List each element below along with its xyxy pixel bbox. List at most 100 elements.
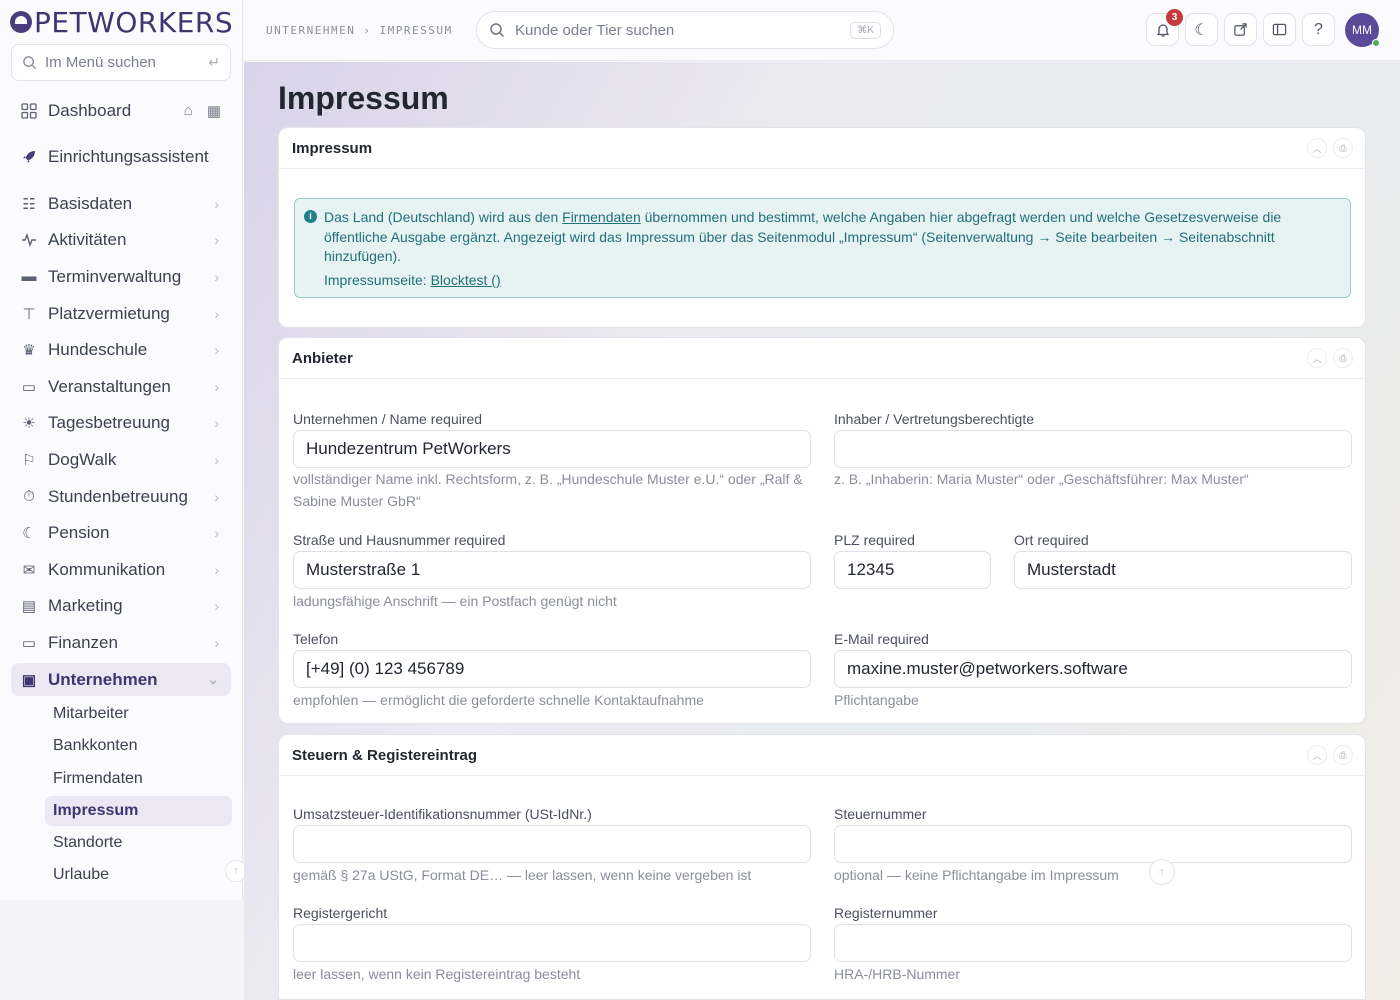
sidebar-subitem-label: Mitarbeiter: [53, 705, 129, 722]
info-text-part: Das Land (Deutschland) wird aus den: [324, 209, 563, 225]
sidebar-subitem-mitarbeiter[interactable]: Mitarbeiter: [45, 699, 232, 729]
card-header: Anbieter ︿ ⎙: [279, 338, 1365, 379]
sidebar-item-label: Einrichtungsassistent: [48, 146, 209, 166]
sidebar-item-tagesbetreuung[interactable]: ☀ Tagesbetreuung ›: [11, 406, 231, 439]
chevron-right-icon: ›: [214, 231, 219, 248]
briefcase-icon: ▣: [21, 671, 37, 689]
moon-icon: ☾: [22, 524, 36, 542]
tax-number-field[interactable]: [834, 825, 1352, 863]
sidebar-item-kommunikation[interactable]: ✉ Kommunikation ›: [11, 553, 231, 586]
logo-icon: [10, 11, 32, 33]
sidebar-subitem-label: Bankkonten: [53, 737, 138, 754]
sidebar-item-label: DogWalk: [48, 449, 117, 469]
sidebar-item-veranstaltungen[interactable]: ▭ Veranstaltungen ›: [11, 370, 231, 403]
sidebar-subitem-bankkonten[interactable]: Bankkonten: [45, 731, 232, 761]
sidebar-item-setup-wizard[interactable]: Einrichtungsassistent: [11, 140, 231, 173]
city-field[interactable]: Musterstadt: [1014, 551, 1352, 589]
chevron-right-icon: ›: [214, 524, 219, 541]
credit-card-icon: ▭: [21, 634, 37, 652]
notifications-button[interactable]: 3: [1146, 9, 1183, 46]
calendar-icon: ▬: [21, 268, 37, 285]
logo[interactable]: PETWORKERS: [10, 5, 234, 39]
phone-hint: empfohlen — ermöglicht die geforderte sc…: [293, 692, 704, 708]
global-search-placeholder: Kunde oder Tier suchen: [515, 21, 675, 39]
chevron-right-icon: ›: [214, 305, 219, 322]
sidebar-subitem-urlaube[interactable]: Urlaube: [45, 860, 232, 890]
menu-search-input[interactable]: Im Menü suchen ↵: [11, 44, 231, 81]
info-icon: i: [304, 210, 317, 223]
zip-field[interactable]: 12345: [834, 551, 991, 589]
avatar[interactable]: MM: [1345, 13, 1380, 47]
register-court-field[interactable]: [293, 924, 811, 962]
email-field[interactable]: maxine.muster@petworkers.software: [834, 650, 1352, 688]
print-icon[interactable]: ⎙: [1333, 348, 1353, 368]
sidebar-subitem-standorte[interactable]: Standorte: [45, 828, 232, 858]
vat-hint: gemäß § 27a UStG, Format DE… — leer lass…: [293, 867, 752, 883]
sidebar: PETWORKERS Im Menü suchen ↵ Dashboard ⌂ …: [0, 0, 247, 900]
calendar-icon[interactable]: ▦: [207, 102, 221, 120]
logo-text: PETWORKERS: [34, 5, 234, 39]
collapse-icon[interactable]: ︿: [1307, 348, 1327, 368]
chevron-right-icon: ›: [214, 488, 219, 505]
help-button[interactable]: ?: [1302, 13, 1335, 46]
print-icon[interactable]: ⎙: [1333, 745, 1353, 765]
sidebar-item-dogwalk[interactable]: ⚐ DogWalk ›: [11, 443, 231, 476]
breadcrumb-item-unternehmen[interactable]: UNTERNEHMEN: [266, 24, 355, 37]
card-header: Steuern & Registereintrag ︿ ⎙: [279, 735, 1365, 776]
print-icon[interactable]: ⎙: [1333, 138, 1353, 158]
scroll-up-button[interactable]: ↑: [1149, 859, 1175, 885]
company-field[interactable]: Hundezentrum PetWorkers: [293, 430, 811, 468]
tax-card: Steuern & Registereintrag ︿ ⎙ Umsatzsteu…: [278, 734, 1366, 1000]
signpost-icon: ⊤: [22, 305, 36, 323]
register-number-field[interactable]: [834, 924, 1352, 962]
sidebar-item-finanzen[interactable]: ▭ Finanzen ›: [11, 626, 231, 659]
register-number-label: Registernummer: [834, 905, 938, 921]
card-title: Anbieter: [292, 349, 353, 367]
sidebar-item-basisdaten[interactable]: ☷ Basisdaten ›: [11, 187, 231, 220]
card-header: Impressum ︿ ⎙: [279, 128, 1365, 169]
impressum-page-link[interactable]: Blocktest (): [431, 272, 501, 288]
zip-label: PLZ required: [834, 532, 915, 548]
sidebar-subitem-firmendaten[interactable]: Firmendaten: [45, 764, 232, 794]
sidebar-item-label: Veranstaltungen: [48, 376, 171, 396]
shortcut-hint: ⌘K: [850, 21, 881, 39]
register-court-hint: leer lassen, wenn kein Registereintrag b…: [293, 966, 581, 982]
theme-toggle-button[interactable]: ☾: [1185, 13, 1218, 46]
sidebar-subitem-impressum[interactable]: Impressum: [45, 796, 232, 826]
sidebar-item-aktivitaeten[interactable]: Aktivitäten ›: [11, 223, 231, 256]
collapse-icon[interactable]: ︿: [1307, 138, 1327, 158]
home-icon[interactable]: ⌂: [184, 102, 193, 120]
help-icon: ?: [1314, 20, 1323, 38]
sidebar-icon: [1272, 23, 1287, 36]
street-field[interactable]: Musterstraße 1: [293, 551, 811, 589]
sidebar-item-platzvermietung[interactable]: ⊤ Platzvermietung ›: [11, 297, 231, 330]
toggle-sidebar-button[interactable]: [1263, 13, 1296, 46]
owner-field[interactable]: [834, 430, 1352, 468]
sidebar-item-hundeschule[interactable]: ♛ Hundeschule ›: [11, 333, 231, 366]
open-external-button[interactable]: [1224, 13, 1257, 46]
chevron-right-icon: ›: [214, 634, 219, 651]
register-court-label: Registergericht: [293, 905, 388, 921]
moon-icon: ☾: [1194, 21, 1209, 39]
chevron-right-icon: ›: [214, 597, 219, 614]
collapse-icon[interactable]: ︿: [1307, 745, 1327, 765]
phone-label: Telefon: [293, 631, 339, 647]
sidebar-subitem-label: Urlaube: [53, 866, 110, 883]
firmendaten-link[interactable]: Firmendaten: [562, 209, 641, 225]
sidebar-item-marketing[interactable]: ▤ Marketing ›: [11, 589, 231, 622]
impressum-card: Impressum ︿ ⎙ i Das Land (Deutschland) w…: [278, 127, 1366, 328]
vat-field[interactable]: [293, 825, 811, 863]
global-search-input[interactable]: Kunde oder Tier suchen ⌘K: [476, 11, 894, 49]
phone-field[interactable]: [+49] (0) 123 456789: [293, 650, 811, 688]
enter-icon: ↵: [208, 54, 220, 70]
sidebar-item-unternehmen[interactable]: ▣ Unternehmen ⌄: [11, 663, 231, 696]
sidebar-item-label: Tagesbetreuung: [48, 412, 170, 432]
sidebar-item-terminverwaltung[interactable]: ▬ Terminverwaltung ›: [11, 260, 231, 293]
rocket-icon: [20, 148, 38, 166]
chevron-right-icon: ›: [214, 451, 219, 468]
sidebar-item-stundenbetreuung[interactable]: ⏱ Stundenbetreuung ›: [11, 480, 231, 513]
sidebar-item-pension[interactable]: ☾ Pension ›: [11, 516, 231, 549]
sidebar-item-dashboard[interactable]: Dashboard ⌂ ▦: [11, 94, 231, 127]
sidebar-item-label: Marketing: [48, 595, 123, 615]
email-label: E-Mail required: [834, 631, 929, 647]
